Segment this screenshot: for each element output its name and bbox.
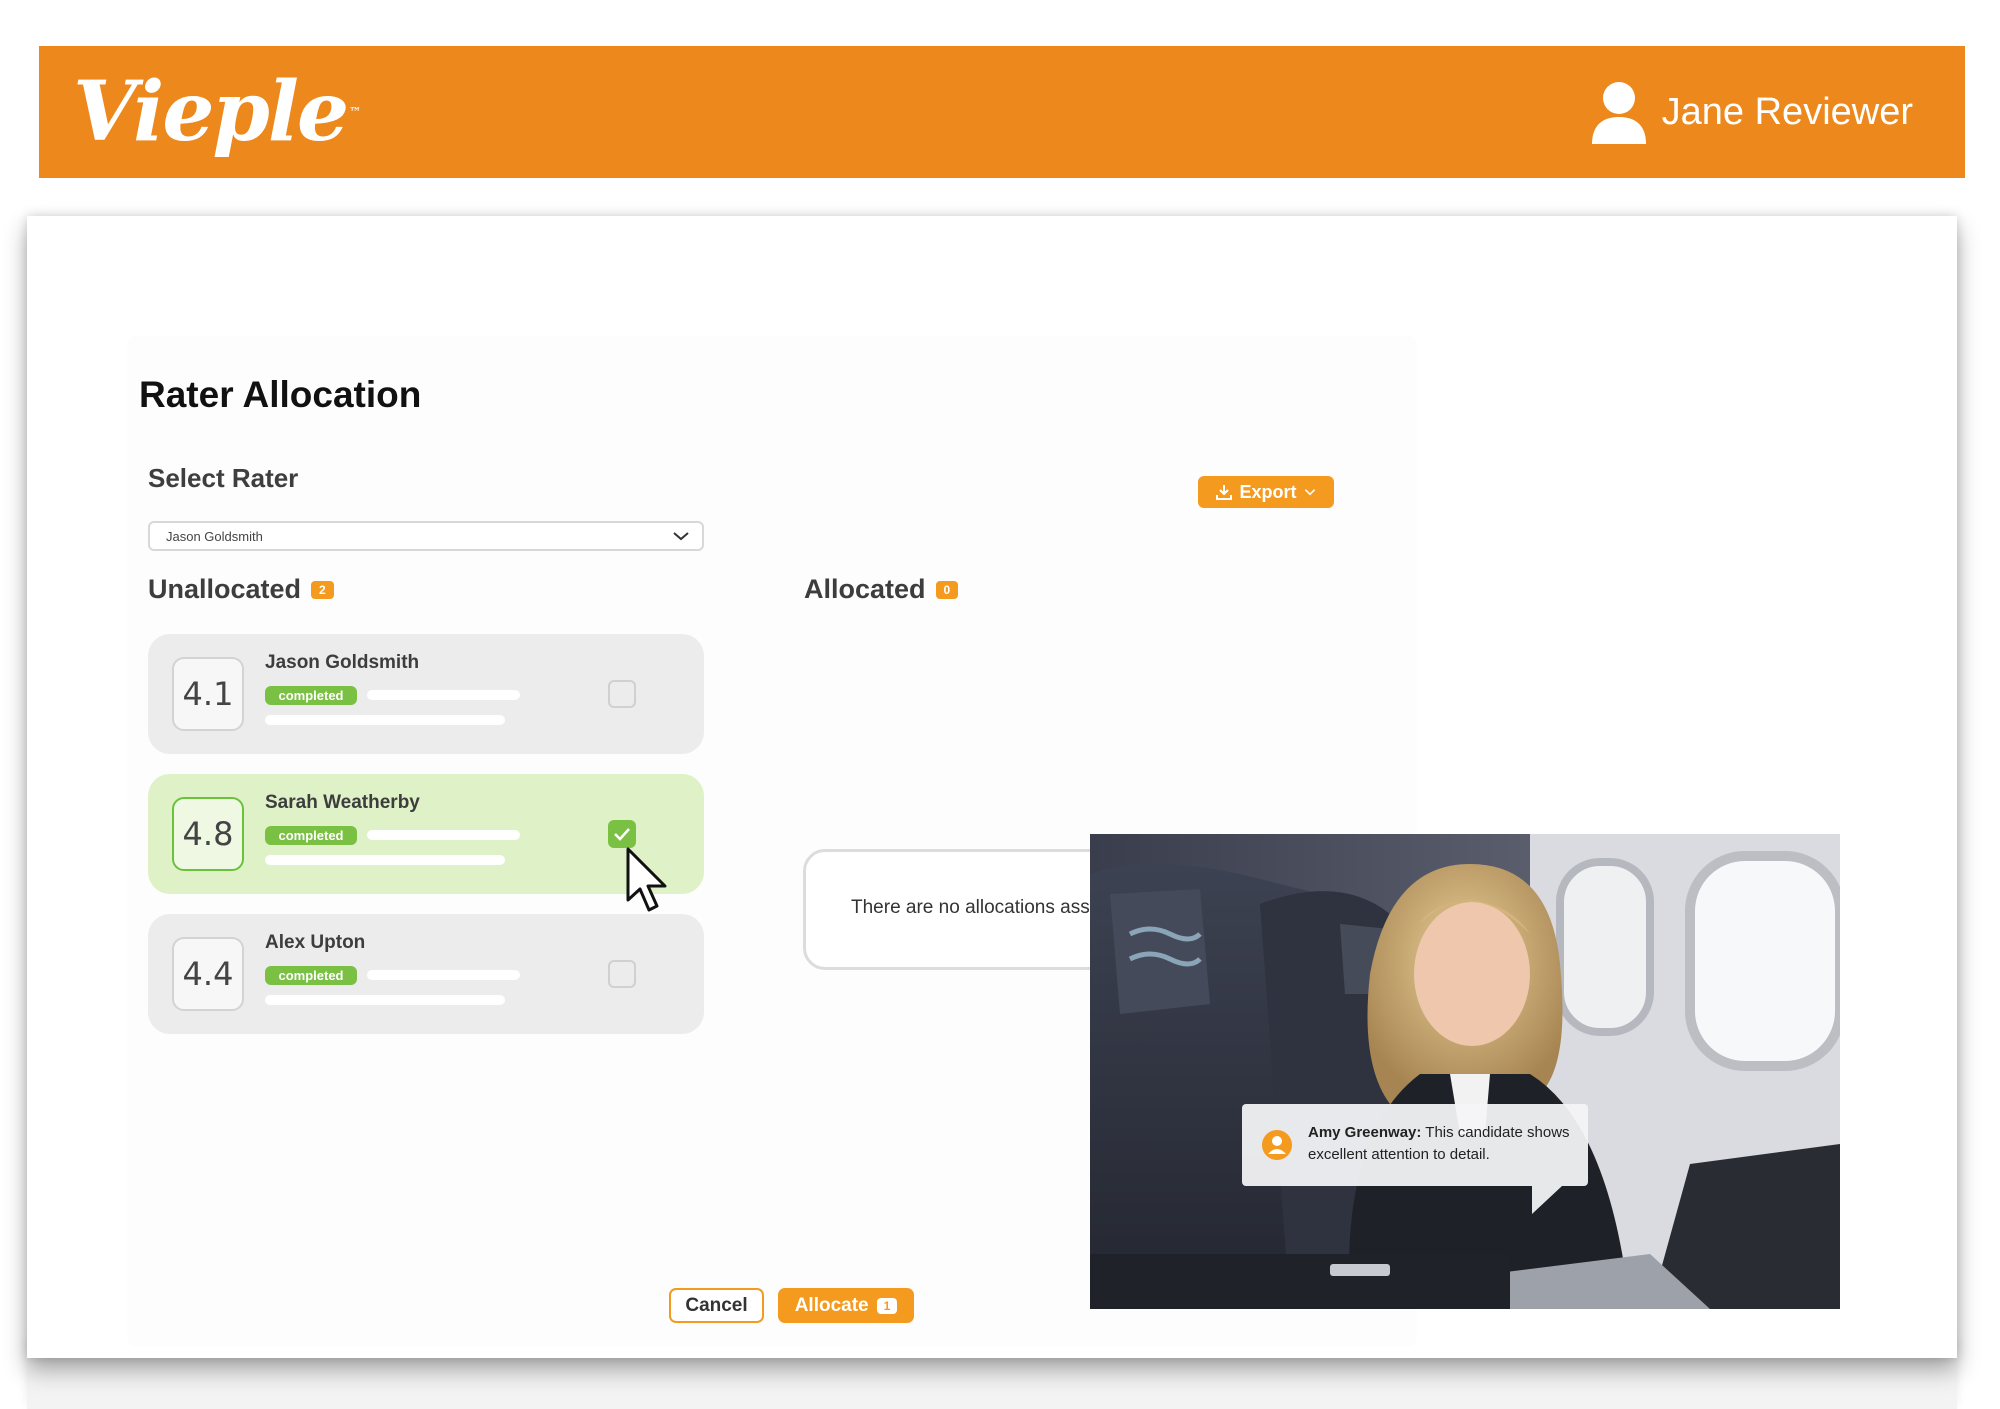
placeholder-bar: [265, 715, 505, 725]
user-name: Jane Reviewer: [1661, 90, 1913, 133]
candidate-name: Sarah Weatherby: [265, 792, 420, 813]
comment-bubble-tail: [1532, 1186, 1562, 1214]
candidate-score: 4.8: [172, 797, 244, 871]
chevron-down-icon: [673, 532, 689, 541]
placeholder-bar: [367, 830, 520, 840]
allocate-button[interactable]: Allocate 1: [778, 1288, 914, 1323]
candidate-row[interactable]: 4.1 Jason Goldsmith completed: [148, 634, 704, 754]
allocate-count-badge: 1: [876, 1297, 898, 1314]
allocated-heading: Allocated 0: [804, 574, 959, 605]
unallocated-heading: Unallocated 2: [148, 574, 334, 605]
placeholder-bar: [367, 690, 520, 700]
user-icon: [1591, 82, 1646, 144]
download-icon: [1216, 485, 1233, 500]
placeholder-bar: [367, 970, 520, 980]
page-title: Rater Allocation: [139, 374, 422, 415]
video-frame-image: [1090, 834, 1840, 1309]
comment-text-block: Amy Greenway: This candidate shows excel…: [1308, 1122, 1578, 1166]
app-header: Vieple ™ Jane Reviewer: [39, 46, 1965, 178]
chevron-down-icon: [1304, 489, 1315, 496]
cancel-button[interactable]: Cancel: [669, 1288, 764, 1323]
placeholder-bar: [265, 855, 505, 865]
mouse-cursor-icon: [626, 847, 667, 912]
vieple-logo[interactable]: Vieple ™: [73, 62, 361, 162]
select-rater-label: Select Rater: [148, 463, 299, 493]
candidate-checkbox-checked[interactable]: [608, 820, 636, 848]
candidate-row-selected[interactable]: 4.8 Sarah Weatherby completed: [148, 774, 704, 894]
export-label: Export: [1239, 481, 1297, 502]
commenter-avatar-icon: [1262, 1130, 1292, 1160]
status-badge: completed: [265, 826, 357, 845]
check-icon: [614, 828, 630, 841]
rater-select-value: Jason Goldsmith: [166, 529, 263, 544]
comment-author: Amy Greenway:: [1308, 1124, 1422, 1141]
allocated-count-badge: 0: [935, 580, 959, 599]
status-badge: completed: [265, 966, 357, 985]
export-button[interactable]: Export: [1198, 476, 1334, 508]
allocate-label: Allocate: [794, 1294, 869, 1316]
unallocated-count-badge: 2: [311, 580, 334, 599]
candidate-row[interactable]: 4.4 Alex Upton completed: [148, 914, 704, 1034]
allocated-label: Allocated: [804, 574, 926, 604]
candidate-checkbox[interactable]: [608, 960, 636, 988]
status-badge: completed: [265, 686, 357, 705]
candidate-score: 4.1: [172, 657, 244, 731]
candidate-score: 4.4: [172, 937, 244, 1011]
video-preview[interactable]: Amy Greenway: This candidate shows excel…: [1090, 834, 1840, 1309]
candidate-name: Jason Goldsmith: [265, 652, 420, 673]
user-menu[interactable]: Jane Reviewer: [1590, 80, 1913, 144]
rater-select[interactable]: Jason Goldsmith: [148, 521, 704, 551]
candidate-name: Alex Upton: [265, 932, 366, 953]
unallocated-label: Unallocated: [148, 574, 302, 604]
comment-bubble: Amy Greenway: This candidate shows excel…: [1242, 1104, 1588, 1214]
candidate-checkbox[interactable]: [608, 680, 636, 708]
placeholder-bar: [265, 995, 505, 1005]
